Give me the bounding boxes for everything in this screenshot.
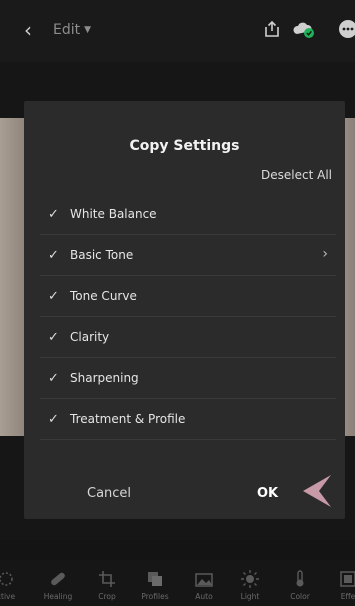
setting-row-treatment-profile[interactable]: ✓ Treatment & Profile bbox=[40, 400, 336, 440]
light-icon bbox=[241, 570, 259, 588]
back-chevron-icon[interactable]: ‹ bbox=[24, 18, 32, 42]
tool-selective[interactable]: ctive bbox=[0, 560, 26, 601]
setting-row-sharpening[interactable]: ✓ Sharpening bbox=[40, 359, 336, 399]
crop-icon bbox=[99, 571, 115, 587]
healing-icon bbox=[51, 572, 65, 586]
tool-label: Healing bbox=[43, 592, 73, 601]
setting-label: White Balance bbox=[70, 207, 157, 221]
tool-label: Effe bbox=[340, 592, 355, 601]
profiles-icon bbox=[148, 572, 162, 586]
effects-icon bbox=[340, 571, 355, 587]
copy-settings-dialog: Copy Settings Deselect All ✓ White Balan… bbox=[24, 101, 345, 519]
edit-label: Edit bbox=[53, 22, 81, 38]
tool-label: ctive bbox=[0, 592, 16, 601]
top-app-bar: ‹ Edit ▼ bbox=[0, 0, 355, 62]
setting-label: Basic Tone bbox=[70, 248, 134, 262]
cancel-button[interactable]: Cancel bbox=[87, 486, 131, 501]
tool-color[interactable]: Color bbox=[280, 560, 320, 601]
share-icon[interactable] bbox=[262, 19, 282, 39]
setting-row-basic-tone[interactable]: ✓ Basic Tone › bbox=[40, 236, 336, 276]
more-options-icon[interactable] bbox=[338, 19, 355, 39]
tool-label: Crop bbox=[98, 592, 116, 601]
auto-icon bbox=[195, 573, 213, 587]
setting-label: Treatment & Profile bbox=[70, 412, 186, 426]
tool-healing[interactable]: Healing bbox=[38, 560, 78, 601]
edit-toolbar: ctive Healing Crop Profiles Auto Light C… bbox=[0, 560, 355, 606]
color-icon bbox=[296, 570, 304, 587]
deselect-all-button[interactable]: Deselect All bbox=[261, 168, 332, 182]
selective-icon bbox=[0, 572, 13, 586]
dialog-title: Copy Settings bbox=[129, 138, 240, 154]
checkmark-icon: ✓ bbox=[48, 248, 59, 263]
tool-label: Light bbox=[240, 592, 260, 601]
edit-mode-dropdown[interactable]: Edit ▼ bbox=[53, 22, 91, 38]
setting-label: Sharpening bbox=[70, 371, 139, 385]
setting-row-clarity[interactable]: ✓ Clarity bbox=[40, 318, 336, 358]
setting-row-white-balance[interactable]: ✓ White Balance bbox=[40, 195, 336, 235]
checkmark-icon: ✓ bbox=[48, 412, 59, 427]
tool-label: Profiles bbox=[141, 592, 169, 601]
ok-button[interactable]: OK bbox=[257, 486, 278, 501]
tool-profiles[interactable]: Profiles bbox=[135, 560, 175, 601]
setting-row-tone-curve[interactable]: ✓ Tone Curve bbox=[40, 277, 336, 317]
tool-auto[interactable]: Auto bbox=[184, 560, 224, 601]
cloud-sync-icon[interactable] bbox=[292, 19, 316, 39]
tool-effects[interactable]: Effe bbox=[328, 560, 355, 601]
tool-light[interactable]: Light bbox=[230, 560, 270, 601]
tool-label: Auto bbox=[195, 592, 213, 601]
setting-label: Clarity bbox=[70, 330, 110, 344]
pointer-arrow-icon bbox=[303, 475, 331, 507]
checkmark-icon: ✓ bbox=[48, 207, 59, 222]
checkmark-icon: ✓ bbox=[48, 371, 59, 386]
checkmark-icon: ✓ bbox=[48, 330, 59, 345]
chevron-right-icon[interactable]: › bbox=[322, 246, 328, 262]
caret-down-icon: ▼ bbox=[84, 25, 92, 35]
checkmark-icon: ✓ bbox=[48, 289, 59, 304]
tool-crop[interactable]: Crop bbox=[87, 560, 127, 601]
tool-label: Color bbox=[290, 592, 310, 601]
setting-label: Tone Curve bbox=[70, 289, 137, 303]
